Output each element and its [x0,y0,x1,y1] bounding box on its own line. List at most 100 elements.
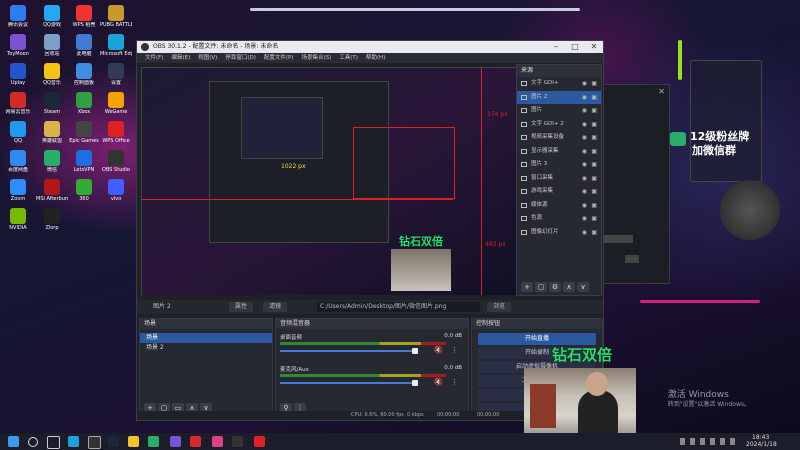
desktop-app-icon [10,34,26,50]
desktop-icon[interactable]: 360 [68,178,100,212]
visibility-icon[interactable]: ◉ [582,226,587,240]
source-down-button[interactable]: ∨ [577,282,589,292]
wechat-taskbar-icon[interactable] [148,436,159,447]
obs-taskbar-icon[interactable] [88,436,101,449]
source-item[interactable]: 显示器采集 ◉ ▣ [517,145,601,159]
source-item[interactable]: 媒体源 ◉ ▣ [517,199,601,213]
close-icon[interactable]: ✕ [585,41,603,53]
menu-item[interactable]: 工具(T) [339,55,358,61]
mixer-gear-icon[interactable]: ⋮ [451,378,458,386]
lock-icon[interactable]: ▣ [591,91,597,105]
lock-icon[interactable]: ▣ [591,226,597,240]
lock-icon[interactable]: ▣ [591,212,597,226]
menu-item[interactable]: 帮助(H) [366,55,385,61]
lock-icon[interactable]: ▣ [591,185,597,199]
browse-button[interactable]: 浏览 [487,302,512,312]
wps-taskbar-icon[interactable] [254,436,265,447]
fader-knob[interactable] [412,348,418,354]
minimize-icon[interactable]: – [547,41,565,53]
visibility-icon[interactable]: ◉ [582,212,587,226]
start-icon[interactable] [8,436,19,447]
visibility-icon[interactable]: ◉ [582,185,587,199]
source-item[interactable]: 图片 3 ◉ ▣ [517,158,601,172]
scene-item[interactable]: 场景 [140,333,272,343]
source-up-button[interactable]: ∧ [563,282,575,292]
visibility-icon[interactable]: ◉ [582,91,587,105]
lock-icon[interactable]: ▣ [591,172,597,186]
steam-taskbar-icon[interactable] [108,436,119,447]
sources-header: 来源 [517,65,601,77]
side-window-button[interactable] [625,255,639,263]
explorer-taskbar-icon[interactable] [128,436,139,447]
visibility-icon[interactable]: ◉ [582,104,587,118]
source-item[interactable]: 图片 ◉ ▣ [517,104,601,118]
menu-item[interactable]: 配置文件(P) [264,55,294,61]
lock-icon[interactable]: ▣ [591,145,597,159]
properties-button[interactable]: 属性 [229,302,254,312]
search-icon[interactable] [28,437,38,447]
controls-header: 控制按钮 [472,319,602,329]
tray-icons[interactable] [680,438,740,445]
obs-titlebar[interactable]: OBS 30.1.2 - 配置文件: 未命名 - 场景: 未命名 – □ ✕ [137,41,603,53]
source-item[interactable]: 文字 GDI+ ◉ ▣ [517,77,601,91]
lock-icon[interactable]: ▣ [591,158,597,172]
source-item[interactable]: 图片 2 ◉ ▣ [517,90,601,105]
fader-knob[interactable] [412,380,418,386]
add-source-button[interactable]: + [521,282,533,292]
maximize-icon[interactable]: □ [566,41,584,53]
volume-fader[interactable] [280,350,416,352]
source-item[interactable]: 游戏采集 ◉ ▣ [517,185,601,199]
desktop-icon[interactable]: NVIDIA [2,207,34,241]
desktop-icon[interactable]: Zlorp [36,207,68,241]
source-item[interactable]: 视频采集设备 ◉ ▣ [517,131,601,145]
speaker-icon[interactable]: 🔇 [434,346,443,354]
scene-item[interactable]: 场景 2 [140,343,272,353]
app-taskbar-icon[interactable] [170,436,181,447]
menu-item[interactable]: 视图(V) [198,55,217,61]
filters-button[interactable]: 滤镜 [263,302,288,312]
source-item[interactable]: 图像幻灯片 ◉ ▣ [517,226,601,240]
app-taskbar-icon[interactable] [190,436,201,447]
visibility-icon[interactable]: ◉ [582,172,587,186]
lock-icon[interactable]: ▣ [591,199,597,213]
source-item[interactable]: 窗口采集 ◉ ▣ [517,172,601,186]
desktop-icon[interactable]: vivo [100,178,132,212]
image-path-field[interactable]: C:/Users/Admin/Desktop/图片/微信图片.png [317,302,480,312]
source-settings-icon[interactable]: ⚙ [549,282,561,292]
obs-preview[interactable]: 374 px 483 px 1022 px 钻石双倍 [141,67,517,295]
track-db: 0.0 dB [444,365,462,371]
side-window-close-icon[interactable]: ✕ [658,87,665,96]
speaker-icon[interactable]: 🔇 [434,378,443,386]
menu-item[interactable]: 场景集合(S) [301,55,331,61]
visibility-icon[interactable]: ◉ [582,145,587,159]
source-toolbar: 图片 2 属性 滤镜 C:/Users/Admin/Desktop/图片/微信图… [137,300,603,314]
menu-item[interactable]: 文件(F) [145,55,163,61]
source-item[interactable]: 文字 GDI+ 2 ◉ ▣ [517,118,601,132]
visibility-icon[interactable]: ◉ [582,77,587,91]
visibility-icon[interactable]: ◉ [582,118,587,132]
mixer-gear-icon[interactable]: ⋮ [451,346,458,354]
source-item[interactable]: 色源 ◉ ▣ [517,212,601,226]
menu-item[interactable]: 编辑(E) [171,55,190,61]
side-window-field[interactable] [603,235,633,243]
visibility-icon[interactable]: ◉ [582,158,587,172]
lock-icon[interactable]: ▣ [591,104,597,118]
clock-date[interactable]: 2024/1/18 [746,441,777,448]
volume-fader[interactable] [280,382,416,384]
menu-item[interactable]: 停靠窗口(D) [225,55,256,61]
lock-icon[interactable]: ▣ [591,118,597,132]
app-taskbar-icon[interactable] [212,436,223,447]
visibility-icon[interactable]: ◉ [582,131,587,145]
edge-taskbar-icon[interactable] [68,436,79,447]
task-view-icon[interactable] [47,436,60,449]
lock-icon[interactable]: ▣ [591,77,597,91]
obs-logo-icon [141,43,149,51]
remove-source-button[interactable]: ▢ [535,282,547,292]
clock-time[interactable]: 18:43 [752,434,769,441]
mixer-track-mic: 麦克风/Aux 0.0 dB 🔇 ⋮ [276,365,468,395]
lock-icon[interactable]: ▣ [591,131,597,145]
size-label-top: 374 px [487,111,508,118]
visibility-icon[interactable]: ◉ [582,199,587,213]
selection-box[interactable] [353,127,455,199]
app-taskbar-icon[interactable] [232,436,243,447]
